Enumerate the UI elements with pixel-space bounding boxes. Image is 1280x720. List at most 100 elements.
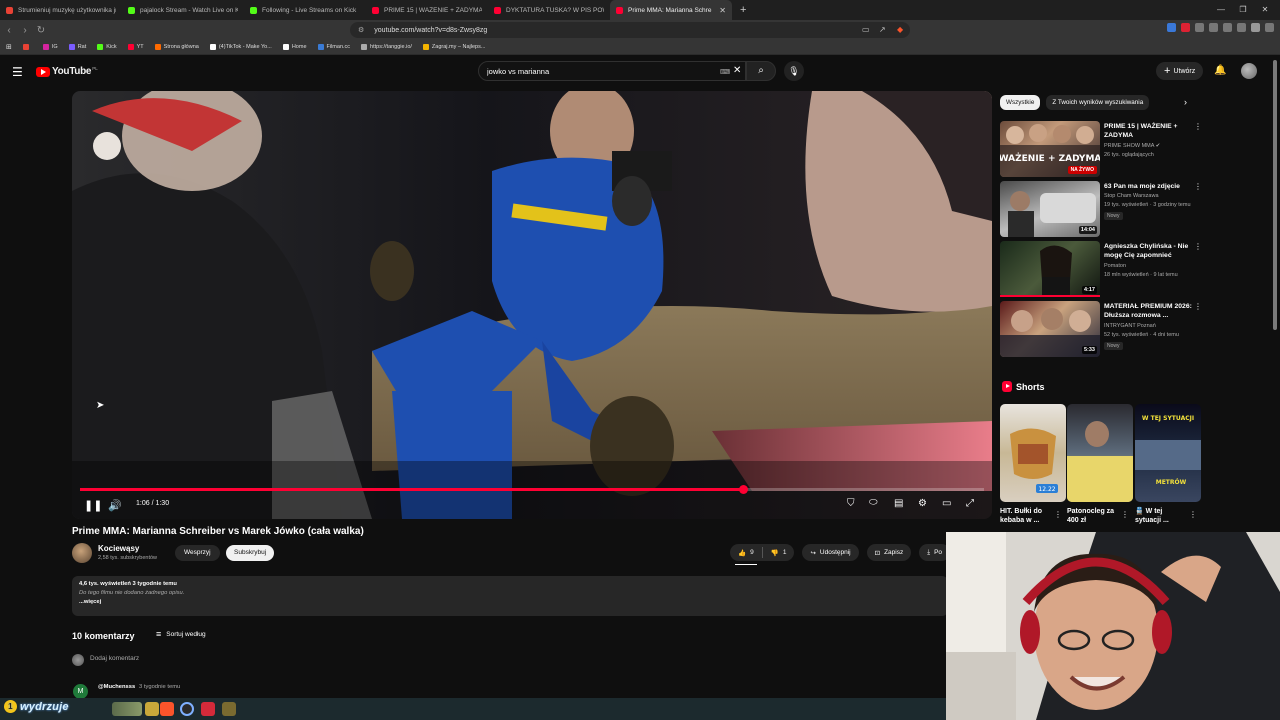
more-vert-icon[interactable]: ⋮ [1194,182,1202,191]
chevron-right-icon[interactable]: › [1184,97,1187,107]
hamburger-icon[interactable]: ☰ [12,65,23,79]
description-box[interactable]: 4,6 tys. wyświetleń 3 tygodnie temu Do t… [72,576,948,616]
subscribe-button[interactable]: Subskrybuj [226,545,275,561]
video-thumbnail[interactable]: 5:33 [1000,301,1100,357]
video-thumbnail[interactable]: 4:17 [1000,241,1100,297]
channel-name[interactable]: Kociewąsy [98,544,139,553]
taskbar-app-icon[interactable] [222,702,236,716]
extension-icon[interactable] [1223,23,1232,32]
more-vert-icon[interactable]: ⋮ [1189,510,1197,519]
browser-tab[interactable]: Strumieniuj muzykę użytkownika jn [0,0,122,20]
chip-all[interactable]: Wszystkie [1000,95,1041,110]
video-player[interactable]: ❚❚ 🔊 1:06 / 1:30 ⛉ ⬭ ▤ ⚙ ▭ ⤢ [72,91,992,519]
more-vert-icon[interactable]: ⋮ [1194,122,1202,131]
more-vert-icon[interactable]: ⋮ [1054,510,1062,519]
extension-icon[interactable] [1251,23,1260,32]
apps-icon[interactable]: ⊞ [6,43,12,51]
obs-icon[interactable] [180,702,194,716]
back-icon[interactable]: ‹ [2,25,16,36]
new-tab-icon[interactable]: + [732,4,754,16]
more-vert-icon[interactable]: ⋮ [1194,242,1202,251]
minimize-icon[interactable]: — [1210,0,1232,20]
close-window-icon[interactable]: ✕ [1254,0,1276,20]
add-comment-input[interactable]: Dodaj komentarz [90,655,139,662]
save-button[interactable]: ⊡ Zapisz [866,544,912,561]
bookmark-item[interactable]: Home [282,44,307,50]
taskbar-app-icon[interactable] [145,702,159,716]
commenter-avatar[interactable]: M [73,684,88,699]
share-button[interactable]: ↪ Udostępnij [802,544,859,561]
more-vert-icon[interactable]: ⋮ [1121,510,1129,519]
search-button[interactable]: ⌕ [746,61,776,81]
video-thumbnail[interactable]: 14:04 [1000,181,1100,237]
volume-icon[interactable]: 🔊 [108,499,122,512]
create-button[interactable]: + Utwórz [1156,62,1204,80]
bookmark-item[interactable]: Strona główna [154,44,199,50]
comment-time[interactable]: 3 tygodnie temu [139,684,180,690]
short-title[interactable]: Patonocleg za 400 zł [1067,507,1119,525]
share-page-icon[interactable]: ↗ [879,25,886,34]
short-thumbnail[interactable] [1067,404,1133,502]
recommendation-item[interactable]: 4:17 Agnieszka Chylińska - Nie mogę Cię … [1000,241,1202,299]
recommendation-item[interactable]: 14:04 63 Pan ma moje zdjęcie Stop Cham W… [1000,181,1202,239]
clear-search-icon[interactable]: ✕ [733,65,741,76]
extension-icon[interactable] [1237,23,1246,32]
description-more[interactable]: ...więcej [79,599,941,605]
recommendation-item[interactable]: WAŻENIE + ZADYMA NA ŻYWO PRIME 15 | WAŻE… [1000,121,1202,179]
cast-icon[interactable]: ▭ [862,25,870,34]
chip-from-search[interactable]: Z Twoich wyników wyszukiwania [1046,95,1150,110]
browser-tab[interactable]: DYKTATURA TUSKA? W PIS POWARI [488,0,610,20]
search-input[interactable] [487,66,707,76]
commenter-name[interactable]: @Muchensss [98,684,135,690]
more-vert-icon[interactable]: ⋮ [1194,302,1202,311]
short-title[interactable]: HIT. Bułki do kebaba w ... [1000,507,1052,525]
youtube-logo[interactable]: YouTube PL [36,66,98,77]
dislike-button[interactable]: 👎 1 [763,544,795,561]
bookmark-item[interactable]: Kick [97,44,117,50]
forward-icon[interactable]: › [18,25,32,36]
progress-scrubber[interactable] [738,485,748,494]
bookmark-item[interactable]: (4)TikTok - Make Yo... [209,44,272,50]
keyboard-icon[interactable]: ⌨ [720,68,730,76]
support-button[interactable]: Wesprzyj [175,545,220,561]
fullscreen-icon[interactable]: ⤢ [966,498,974,509]
brave-icon[interactable] [160,702,174,716]
browser-tab[interactable]: pajalock Stream - Watch Live on Kick [122,0,244,20]
bookmark-item[interactable] [22,44,32,50]
browser-tab[interactable]: Following - Live Streams on Kick [244,0,366,20]
maximize-icon[interactable]: ❐ [1232,0,1254,20]
bookmark-item[interactable]: Filman.cc [317,44,350,50]
settings-icon[interactable]: ⚙ [918,498,927,509]
page-scrollbar[interactable] [1273,60,1277,330]
video-thumbnail[interactable]: WAŻENIE + ZADYMA NA ŻYWO [1000,121,1100,177]
taskbar-app-icon[interactable] [112,702,142,716]
recommendation-item[interactable]: 5:33 MATERIAŁ PREMIUM 2026: Dłuższa rozm… [1000,301,1202,359]
extension-icon[interactable] [1195,23,1204,32]
sort-comments-button[interactable]: ≡ Sortuj według [156,629,206,639]
bookmark-item[interactable]: YT [127,44,144,50]
bookmark-item[interactable]: Zagraj.my – Najleps... [422,44,485,50]
channel-avatar[interactable] [72,543,92,563]
site-info-icon[interactable]: ⚙ [358,26,364,34]
extension-icon[interactable] [1265,23,1274,32]
reload-icon[interactable]: ↻ [34,25,48,36]
sponsor-shield-icon[interactable]: ⛉ [847,498,855,509]
bookmark-item[interactable]: IG [42,44,58,50]
short-title[interactable]: 🚆 W tej sytuacji ... [1135,507,1187,525]
like-button[interactable]: 👍 9 [730,544,762,561]
extension-icon[interactable] [1181,23,1190,32]
autoplay-toggle[interactable]: ⬭ [869,497,878,508]
address-bar[interactable]: ⚙ youtube.com/watch?v=d8s-Zwsy8zg [350,22,910,38]
brave-shield-icon[interactable]: ◆ [897,25,903,34]
bookmark-item[interactable]: Rat [68,44,86,50]
theater-mode-icon[interactable]: ▭ [942,498,951,509]
account-avatar[interactable] [1241,63,1257,79]
browser-tab[interactable]: PRIME 15 | WAŻENIE + ZADYMA [366,0,488,20]
subtitles-icon[interactable]: ▤ [894,498,903,509]
pause-icon[interactable]: ❚❚ [84,499,102,512]
bookmark-item[interactable]: https://tanggie.io/ [361,44,412,50]
bell-icon[interactable]: 🔔 [1214,65,1226,76]
taskbar-app-icon[interactable] [201,702,215,716]
extension-icon[interactable] [1167,23,1176,32]
short-thumbnail[interactable]: 12.22 [1000,404,1066,502]
